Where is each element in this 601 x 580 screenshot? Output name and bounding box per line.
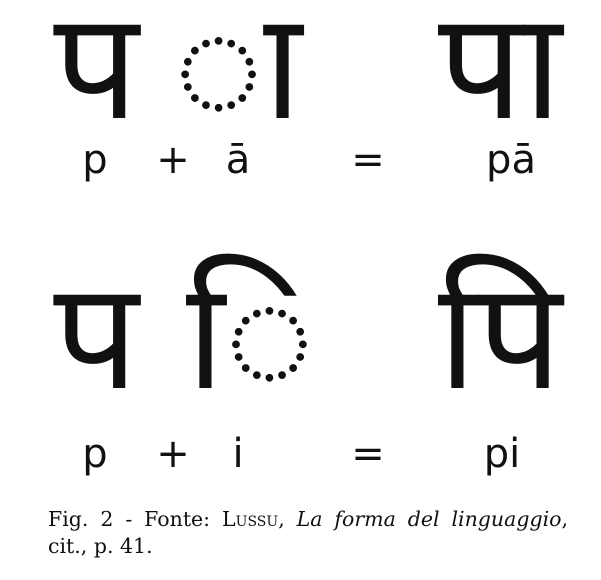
row2-plus-sign: + bbox=[156, 431, 190, 477]
row2-equals-sign: = bbox=[351, 431, 385, 477]
row1-label-result: pā bbox=[486, 137, 536, 183]
devanagari-aa-sign-glyph: ा bbox=[174, 0, 302, 154]
row2-label-i: i bbox=[232, 431, 244, 477]
devanagari-pa-glyph-2: प bbox=[53, 250, 139, 424]
devanagari-i-sign-glyph: ि bbox=[186, 250, 314, 424]
caption-author: Lussu bbox=[222, 507, 279, 531]
devanagari-pi-glyph: पि bbox=[437, 250, 563, 424]
figure-caption: Fig. 2 - Fonte: Lussu, La forma del ling… bbox=[48, 506, 568, 560]
row1-label-aa: ā bbox=[225, 137, 251, 183]
row2-label-p: p bbox=[82, 431, 108, 477]
caption-prefix: Fig. 2 - Fonte: bbox=[48, 507, 223, 531]
row2-label-result: pi bbox=[483, 431, 521, 477]
devanagari-paa-glyph: पा bbox=[437, 0, 563, 154]
devanagari-pa-glyph: प bbox=[53, 0, 139, 154]
caption-title: La forma del linguaggio bbox=[296, 507, 562, 531]
caption-separator: , bbox=[278, 507, 297, 531]
row1-equals-sign: = bbox=[351, 137, 385, 183]
row1-plus-sign: + bbox=[156, 137, 190, 183]
row1-label-p: p bbox=[82, 137, 108, 183]
